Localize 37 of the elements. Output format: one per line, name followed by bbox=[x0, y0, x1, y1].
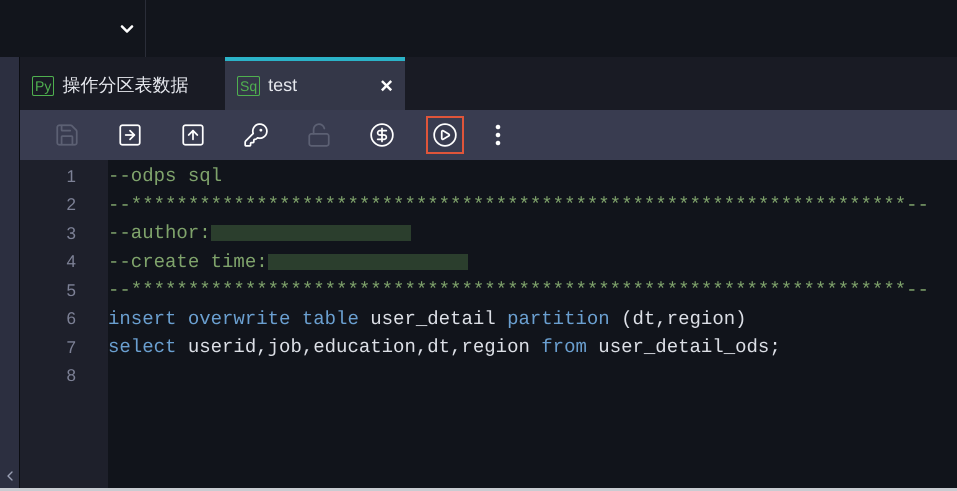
tab-label: 操作分区表数据 bbox=[62, 74, 190, 97]
more-icon bbox=[495, 124, 501, 146]
code-token: --author: bbox=[108, 221, 211, 246]
code-token: --********************************************************************-- bbox=[108, 192, 929, 218]
line-number: 6 bbox=[66, 308, 76, 330]
key-icon bbox=[243, 122, 269, 148]
editor-tab[interactable]: Sq test × bbox=[225, 57, 405, 110]
code-token: --********************************************************************-- bbox=[108, 278, 929, 303]
line-number: 1 bbox=[66, 166, 76, 188]
file-type-badge: Py bbox=[32, 76, 54, 96]
line-number: 8 bbox=[66, 365, 76, 387]
line-number: 7 bbox=[66, 336, 76, 358]
save-as-icon bbox=[117, 122, 143, 148]
editor-tab[interactable]: Py 操作分区表数据 bbox=[20, 57, 225, 110]
code-token: select bbox=[108, 335, 176, 360]
run-icon bbox=[432, 122, 458, 148]
line-number: 4 bbox=[66, 251, 76, 273]
code-token: --create time: bbox=[108, 250, 268, 274]
line-number: 5 bbox=[66, 280, 76, 302]
lock-icon bbox=[306, 122, 332, 148]
close-tab-button[interactable]: × bbox=[380, 74, 393, 96]
code-token: (dt,region) bbox=[620, 306, 747, 332]
line-number: 3 bbox=[66, 222, 76, 244]
code-token: partition bbox=[507, 306, 610, 332]
code-token: insert overwrite table bbox=[108, 306, 359, 332]
code-token: --odps sql bbox=[108, 164, 222, 189]
upload-icon bbox=[180, 122, 206, 148]
code-token: user_detail_ods; bbox=[597, 335, 781, 360]
line-number: 2 bbox=[66, 194, 76, 216]
code-token: userid,job,education,dt,region bbox=[186, 335, 531, 360]
file-type-badge: Sq bbox=[237, 76, 260, 96]
dollar-icon bbox=[369, 122, 395, 148]
toolbar-button[interactable] bbox=[426, 116, 464, 154]
tab-label: test bbox=[268, 74, 298, 97]
save-icon bbox=[54, 122, 80, 148]
code-token: user_detail bbox=[369, 306, 497, 332]
code-token: from bbox=[541, 335, 587, 360]
